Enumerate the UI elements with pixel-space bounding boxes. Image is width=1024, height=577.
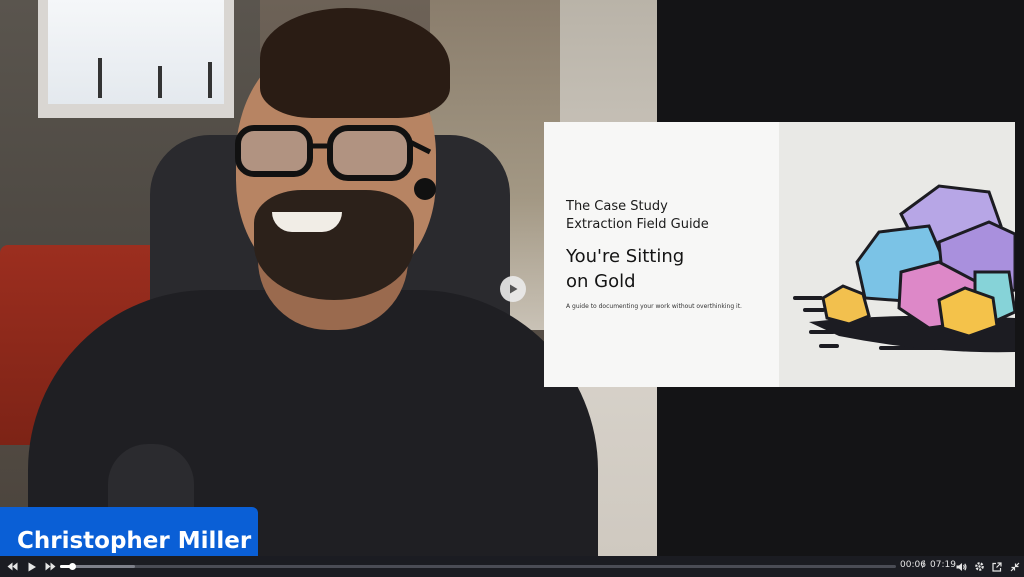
rewind-icon (7, 562, 17, 571)
time-separator: / (922, 560, 926, 570)
figurine (158, 66, 162, 98)
volume-button[interactable] (952, 556, 970, 577)
settings-button[interactable] (970, 556, 988, 577)
figurine (208, 62, 212, 98)
presenter-beard (254, 190, 414, 300)
minimize-button[interactable] (1006, 556, 1024, 577)
slide-title-line-1: You're Sitting (566, 246, 685, 267)
popout-button[interactable] (988, 556, 1006, 577)
gold-rocks-illustration (779, 122, 1015, 387)
presentation-slide: The Case Study Extraction Field Guide Yo… (544, 122, 1015, 387)
gear-icon (974, 562, 984, 571)
popout-icon (992, 561, 1002, 572)
slide-kicker-line-2: Extraction Field Guide (566, 217, 709, 232)
speaker-name: Christopher Miller (17, 528, 252, 554)
center-play-button[interactable] (500, 276, 526, 302)
play-button[interactable] (23, 556, 41, 577)
video-player[interactable]: The Case Study Extraction Field Guide Yo… (0, 0, 1024, 577)
rewind-button[interactable] (3, 556, 21, 577)
control-bar: 00:06 / 07:19 (0, 556, 1024, 577)
slide-title-line-2: on Gold (566, 271, 636, 292)
slide-kicker: The Case Study Extraction Field Guide (566, 198, 766, 234)
window-pane (48, 0, 224, 104)
earbud (414, 178, 436, 200)
minimize-icon (1010, 562, 1020, 571)
volume-icon (956, 562, 966, 571)
rocks-illustration-icon (793, 184, 1015, 353)
play-icon (28, 562, 36, 571)
seek-handle[interactable] (68, 563, 76, 570)
fast-forward-button[interactable] (41, 556, 59, 577)
presenter-smile (272, 212, 342, 232)
slide-subtitle: A guide to documenting your work without… (566, 303, 742, 310)
fast-forward-icon (45, 562, 55, 571)
glasses (235, 125, 432, 181)
play-icon (510, 284, 518, 294)
slide-kicker-line-1: The Case Study (566, 199, 668, 214)
seek-bar[interactable] (60, 563, 896, 570)
figurine (98, 58, 102, 98)
presenter-hair (260, 8, 450, 118)
slide-title: You're Sitting on Gold (566, 244, 766, 294)
